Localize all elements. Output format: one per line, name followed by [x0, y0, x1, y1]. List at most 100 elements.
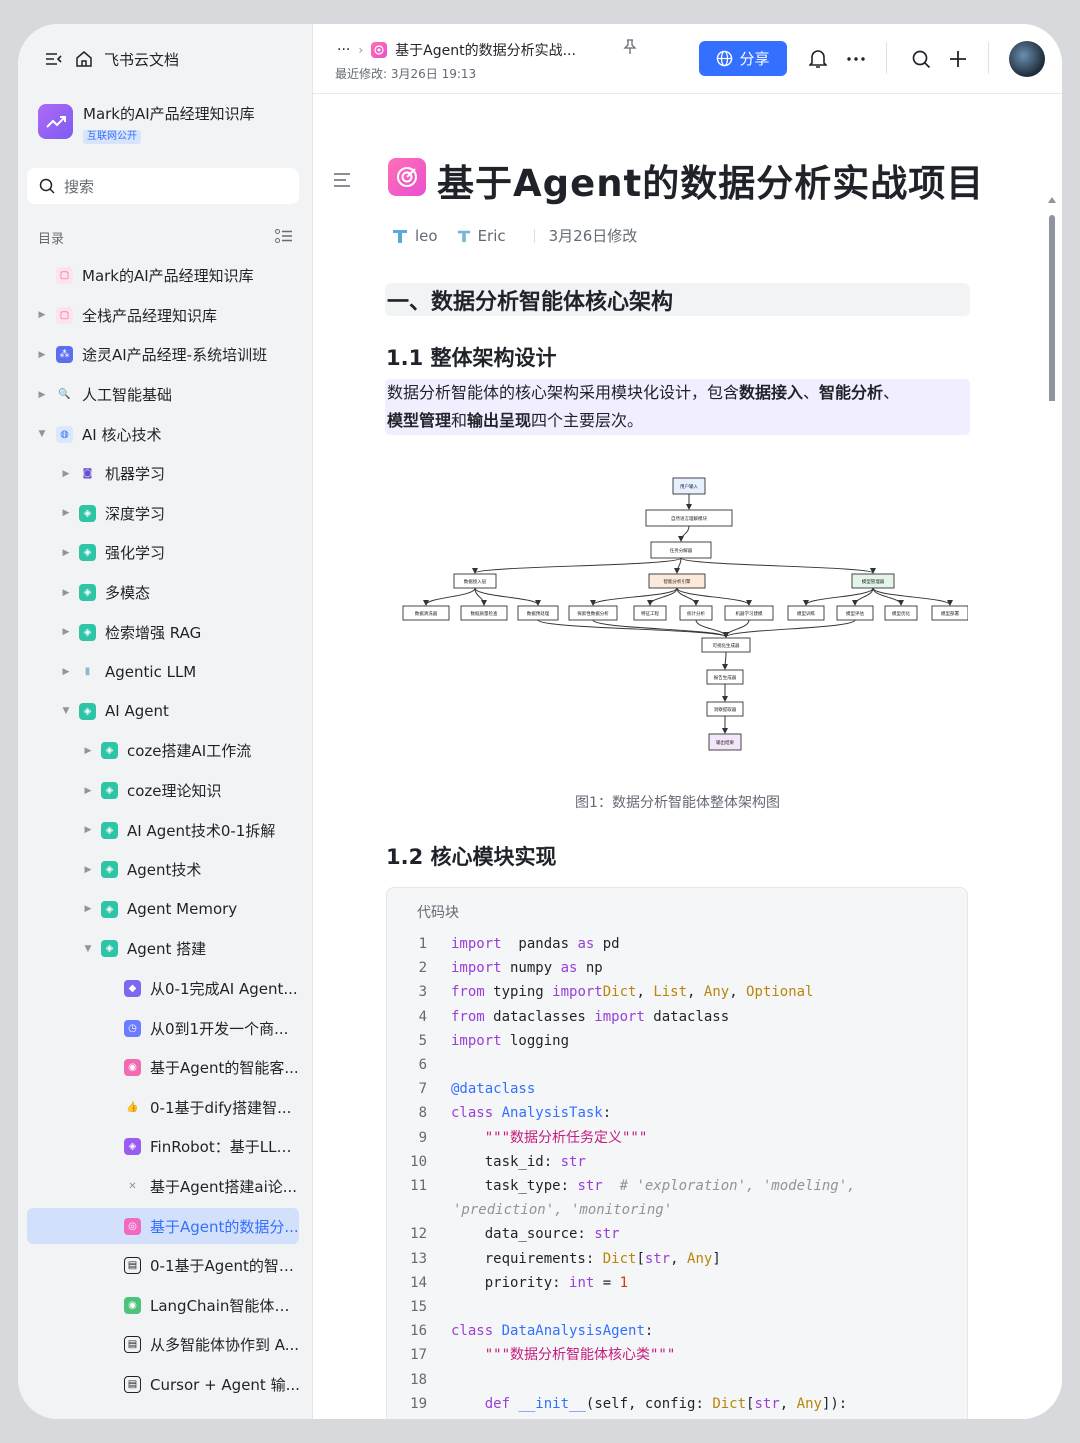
indigo-doc-icon: ◷ [124, 1019, 141, 1037]
para-text: 数据分析智能体的核心架构采用模块化设计，包含 [387, 383, 740, 402]
sidebar-item[interactable]: ◆ 从0-1完成AI Agent... [18, 969, 313, 1009]
diagram-node: 数据接入层 [453, 573, 497, 589]
plus-icon[interactable] [947, 48, 969, 70]
highlight-paragraph[interactable]: 数据分析智能体的核心架构采用模块化设计，包含数据接入、智能分析、 模型管理和输出呈… [385, 379, 970, 435]
sidebar-item[interactable]: ▼ ◈ AI Agent [18, 692, 313, 732]
sidebar-item[interactable]: ◉ 基于Agent的智能客... [18, 1048, 313, 1088]
sidebar-item[interactable]: ▶ ◈ AI Agent技术0-1拆解 [18, 810, 313, 850]
chevron-right-icon[interactable]: ▶ [61, 667, 71, 677]
chevron-right-icon[interactable]: ▶ [61, 469, 71, 479]
pin-icon[interactable] [623, 39, 637, 59]
code-token: = [594, 1274, 620, 1291]
code-token: 'prediction', 'monitoring' [453, 1202, 673, 1219]
chevron-right-icon[interactable]: ▶ [61, 548, 71, 558]
chevron-right-icon[interactable]: ▶ [61, 588, 71, 598]
bell-icon[interactable] [807, 48, 829, 70]
doc-title[interactable]: 基于Agent的数据分析实战项目 [437, 153, 984, 207]
avatar[interactable] [1009, 41, 1045, 77]
sidebar-item[interactable]: ▶ ◈ 强化学习 [18, 533, 313, 573]
last-modified: 最近修改: 3月26日 19:13 [335, 67, 477, 81]
breadcrumb-more[interactable]: ··· [337, 42, 350, 58]
sidebar-item[interactable]: ✕ 基于Agent搭建ai论... [18, 1167, 313, 1207]
code-token: , [636, 984, 654, 1001]
chevron-down-icon[interactable]: ▼ [83, 944, 93, 954]
code-line: 2 import numpy as np [387, 956, 967, 980]
sidebar-item[interactable]: ▶ ◈ 检索增强 RAG [18, 612, 313, 652]
outline-icon[interactable] [333, 172, 351, 187]
app-name[interactable]: 飞书云文档 [104, 49, 179, 70]
sidebar-item[interactable]: ▶ ⁂ 途灵AI产品经理-系统培训班 [18, 335, 313, 375]
sidebar-item[interactable]: ▶ 🔍 人工智能基础 [18, 375, 313, 415]
breadcrumb-title[interactable]: 基于Agent的数据分析实战... [395, 40, 576, 60]
sidebar-item[interactable]: ▶ ▢ 全栈产品经理知识库 [18, 296, 313, 336]
sidebar-item[interactable]: ◎ 基于Agent的数据分... [18, 1206, 313, 1246]
sidebar-item[interactable]: ▤ 0-1基于Agent的智能... [18, 1246, 313, 1286]
chevron-right-icon[interactable]: ▶ [83, 825, 93, 835]
sidebar-item[interactable]: ▶ ▮ Agentic LLM [18, 652, 313, 692]
search-icon[interactable] [910, 48, 932, 70]
architecture-diagram[interactable]: 用户输入自然语言理解模块任务分解器数据接入层 智能分析引擎 模型管理器数据清洗器 数据… [393, 470, 968, 755]
sidebar-item[interactable]: ▶ ◙ 机器学习 [18, 454, 313, 494]
share-button[interactable]: 分享 [699, 41, 787, 76]
sidebar-item[interactable]: ▶ ◈ Agent Memory [18, 890, 313, 930]
robot-doc-icon: ◙ [82, 468, 93, 480]
collapse-sidebar-icon[interactable] [44, 49, 64, 69]
chevron-right-icon[interactable]: ▶ [61, 508, 71, 518]
author[interactable]: leo [391, 227, 438, 245]
chevron-down-icon[interactable]: ▼ [37, 429, 47, 439]
chevron-right-icon[interactable]: ▶ [83, 746, 93, 756]
heading-2[interactable]: 1.1 整体架构设计 [386, 342, 557, 372]
code-line: 14 priority: int = 1 [387, 1271, 967, 1295]
sidebar-item[interactable]: ▶ ◈ 深度学习 [18, 494, 313, 534]
heading-1[interactable]: 一、数据分析智能体核心架构 [385, 283, 970, 316]
chevron-right-icon[interactable]: ▶ [61, 627, 71, 637]
sidebar-item[interactable]: ▢ Mark的AI产品经理知识库 [18, 256, 313, 296]
code-token: import [594, 1008, 645, 1025]
sidebar-item[interactable]: ▤ 从多智能体协作到 A... [18, 1325, 313, 1365]
line-number: 10 [410, 1153, 427, 1170]
sidebar: 飞书云文档 Mark的AI产品经理知识库 互联网公开 搜索 目录 ▢ Mark的A… [18, 24, 313, 1419]
para-text: 、 [803, 383, 820, 402]
diagram-edge [678, 525, 690, 542]
sidebar-item[interactable]: ▶ ◈ Agent技术 [18, 850, 313, 890]
line-number: 4 [418, 1008, 427, 1025]
sidebar-item[interactable]: ▶ ◈ coze搭建AI工作流 [18, 731, 313, 771]
line-number: 11 [410, 1178, 427, 1194]
author[interactable]: Eric [456, 227, 506, 245]
teal-doc-icon: ◈ [101, 742, 118, 760]
teal-doc-icon: ◈ [79, 623, 96, 641]
sidebar-item[interactable]: ▤ Cursor + Agent 输... [18, 1365, 313, 1405]
chevron-right-icon[interactable]: ▶ [83, 865, 93, 875]
heading-2[interactable]: 1.2 核心模块实现 [386, 841, 557, 871]
chevron-right-icon[interactable]: ▶ [37, 390, 47, 400]
code-text: from dataclasses import dataclass [451, 1005, 729, 1029]
main-area: ··· › 基于Agent的数据分析实战... 最近修改: 3月26日 19:1… [313, 24, 1062, 1419]
chevron-right-icon[interactable]: ▶ [37, 310, 47, 320]
sidebar-item[interactable]: ◷ 从0到1开发一个商... [18, 1008, 313, 1048]
sidebar-item[interactable]: ◉ LangChain智能体开... [18, 1285, 313, 1325]
sidebar-item[interactable]: ▶ ◈ 多模态 [18, 573, 313, 613]
search-input[interactable]: 搜索 [27, 168, 299, 204]
code-line: 9 """数据分析任务定义""" [387, 1126, 967, 1150]
sidebar-item-label: Agent 搭建 [127, 940, 207, 959]
home-icon[interactable] [74, 49, 94, 69]
sidebar-item[interactable]: 👍 0-1基于dify搭建智... [18, 1087, 313, 1127]
sidebar-item[interactable]: ▼ ◈ Agent 搭建 [18, 929, 313, 969]
code-token: dataclasses [484, 1008, 595, 1025]
diagram-node-label: 洞察提取器 [714, 706, 737, 713]
chevron-down-icon[interactable]: ▼ [61, 706, 71, 716]
chevron-right-icon[interactable]: ▶ [83, 904, 93, 914]
sidebar-item[interactable]: ▼ ◍ AI 核心技术 [18, 414, 313, 454]
sidebar-item[interactable]: ▶ ◈ coze理论知识 [18, 771, 313, 811]
more-icon[interactable] [845, 48, 867, 70]
sidebar-item[interactable]: ◈ FinRobot：基于LLM... [18, 1127, 313, 1167]
code-block[interactable]: 代码块 1 import pandas as pd 2 import numpy as… [386, 887, 968, 1419]
chevron-right-icon[interactable]: ▶ [37, 350, 47, 360]
diagram-edge [472, 557, 682, 574]
scrollbar[interactable] [1046, 191, 1058, 419]
toc-list-icon[interactable] [275, 228, 293, 247]
knowledge-base-header[interactable]: Mark的AI产品经理知识库 互联网公开 [38, 104, 255, 144]
code-token: Dict [602, 984, 637, 1001]
chevron-right-icon[interactable]: ▶ [83, 786, 93, 796]
sidebar-item-label: AI Agent [105, 702, 169, 721]
